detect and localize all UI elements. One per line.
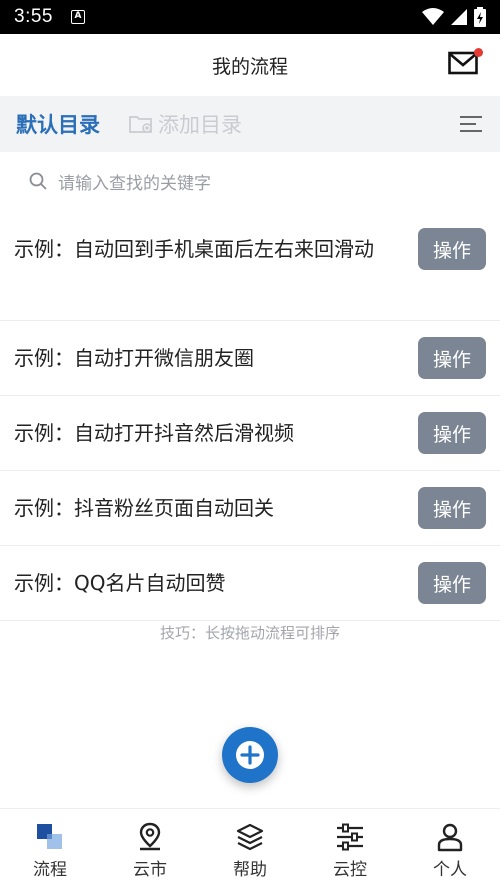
add-directory-button[interactable]: 添加目录 (128, 109, 242, 139)
sliders-icon (337, 823, 363, 851)
operate-button[interactable]: 操作 (418, 228, 486, 270)
operate-button[interactable]: 操作 (418, 412, 486, 454)
tab-label: 流程 (33, 860, 67, 880)
default-directory-tab[interactable]: 默认目录 (16, 109, 100, 139)
search-placeholder: 请输入查找的关键字 (58, 173, 211, 194)
person-icon (437, 823, 463, 852)
status-bar: 3:55 A (0, 0, 500, 34)
flow-name: 示例：自动回到手机桌面后左右来回滑动 (14, 237, 374, 261)
page-title: 我的流程 (211, 55, 288, 78)
sort-tip: 技巧：长按拖动流程可排序 (159, 624, 340, 642)
layers-icon (236, 823, 264, 851)
flow-icon (37, 824, 62, 849)
search-icon (29, 172, 47, 190)
menu-lines-icon[interactable] (458, 113, 484, 135)
add-directory-label: 添加目录 (158, 113, 242, 137)
bottom-tab-bar: 流程 云市 帮助 云控 个人 (0, 808, 500, 888)
unread-dot (474, 48, 483, 57)
tab-label: 云控 (333, 860, 367, 880)
plus-icon (236, 741, 264, 769)
flow-name: 示例：抖音粉丝页面自动回关 (14, 496, 274, 520)
mail-button[interactable] (448, 48, 483, 80)
operate-button[interactable]: 操作 (418, 562, 486, 604)
status-icons (422, 7, 486, 27)
location-pin-icon (139, 822, 161, 851)
tab-help[interactable]: 帮助 (200, 809, 300, 888)
battery-icon (474, 7, 486, 27)
tab-cloud-control[interactable]: 云控 (300, 809, 400, 888)
operate-button[interactable]: 操作 (418, 337, 486, 379)
flow-name: 示例：自动打开微信朋友圈 (14, 346, 254, 370)
list-item[interactable]: 示例：抖音粉丝页面自动回关 操作 (0, 471, 500, 546)
operate-button[interactable]: 操作 (418, 487, 486, 529)
flow-list: 示例：自动回到手机桌面后左右来回滑动 操作 示例：自动打开微信朋友圈 操作 示例… (0, 210, 500, 621)
signal-icon (451, 9, 467, 25)
tab-label: 个人 (433, 860, 467, 880)
status-time: 3:55 (14, 6, 53, 27)
tab-cloud-market[interactable]: 云市 (100, 809, 200, 888)
tab-label: 云市 (133, 860, 167, 880)
flow-name: 示例：QQ名片自动回赞 (14, 571, 226, 595)
folder-add-icon (129, 116, 152, 133)
title-bar: 我的流程 (0, 34, 500, 96)
add-flow-button[interactable] (222, 727, 278, 783)
list-item[interactable]: 示例：自动打开微信朋友圈 操作 (0, 321, 500, 396)
list-item[interactable]: 示例：自动打开抖音然后滑视频 操作 (0, 396, 500, 471)
wifi-icon (422, 8, 444, 25)
tab-personal[interactable]: 个人 (400, 809, 500, 888)
tab-flow[interactable]: 流程 (0, 809, 100, 888)
directory-bar: 默认目录 添加目录 (0, 96, 500, 152)
list-item[interactable]: 示例：自动回到手机桌面后左右来回滑动 操作 (0, 210, 500, 321)
list-item[interactable]: 示例：QQ名片自动回赞 操作 (0, 546, 500, 621)
flow-name: 示例：自动打开抖音然后滑视频 (14, 421, 294, 445)
notification-icon: A (70, 10, 85, 24)
search-input[interactable]: 请输入查找的关键字 (0, 152, 500, 210)
tab-label: 帮助 (233, 860, 267, 880)
